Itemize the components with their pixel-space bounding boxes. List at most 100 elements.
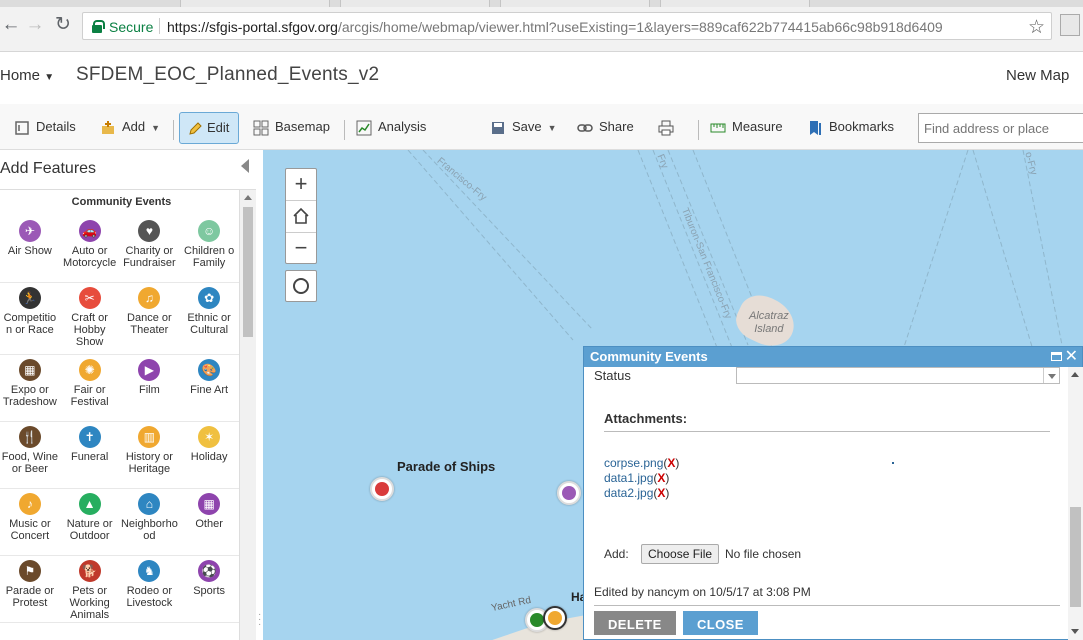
popup-header: Community Events ✕: [584, 347, 1082, 367]
template-history-or-heritage[interactable]: ▥ History or Heritage: [120, 422, 180, 488]
zoom-controls: + −: [285, 168, 317, 264]
measure-button[interactable]: Measure: [710, 112, 783, 144]
template-label: Other: [195, 518, 223, 530]
template-children-o-family[interactable]: ☺ Children o Family: [179, 216, 239, 282]
template-row: ▦ Expo or Tradeshow ✺ Fair or Festival ▶ Film…: [0, 355, 239, 422]
bookmarks-button[interactable]: Bookmarks: [807, 112, 894, 144]
panel-scrollbar[interactable]: [239, 190, 256, 640]
scroll-up-icon[interactable]: [1071, 372, 1079, 377]
template-label: Nature or Outdoor: [66, 518, 113, 542]
collapse-panel-icon[interactable]: [241, 159, 249, 173]
scroll-up-icon[interactable]: [244, 195, 252, 200]
print-button[interactable]: [658, 112, 680, 144]
panel-resize-handle[interactable]: · · ·: [258, 610, 262, 630]
maximize-icon[interactable]: [1051, 352, 1062, 361]
basemap-button[interactable]: Basemap: [253, 112, 330, 144]
details-button[interactable]: Details: [14, 112, 76, 144]
browser-tab[interactable]: [660, 0, 810, 7]
url-text[interactable]: https://sfgis-portal.sfgov.org/arcgis/ho…: [167, 19, 947, 35]
reload-icon[interactable]: ↻: [52, 14, 74, 36]
template-other[interactable]: ▦ Other: [179, 489, 239, 555]
address-bar[interactable]: Secure https://sfgis-portal.sfgov.org/ar…: [82, 12, 1052, 40]
save-label: Save: [512, 119, 542, 134]
template-music-or-concert[interactable]: ♪ Music or Concert: [0, 489, 60, 555]
locate-button[interactable]: [285, 270, 317, 302]
attachment-link[interactable]: corpse.png: [604, 456, 663, 470]
template-rodeo-or-livestock[interactable]: ♞ Rodeo or Livestock: [120, 556, 180, 622]
bookmark-star-icon[interactable]: ☆: [1028, 16, 1045, 39]
details-icon: [15, 120, 29, 135]
delete-button[interactable]: DELETE: [594, 611, 676, 635]
new-map-button[interactable]: New Map: [1006, 67, 1069, 84]
template-film[interactable]: ▶ Film: [120, 355, 180, 421]
template-label: Expo or Tradeshow: [2, 384, 57, 408]
edit-button[interactable]: Edit: [179, 112, 240, 144]
template-expo-or-tradeshow[interactable]: ▦ Expo or Tradeshow: [0, 355, 60, 421]
template-pets-or-working-animals[interactable]: 🐕 Pets or Working Animals: [60, 556, 120, 622]
template-label: Pets or Working Animals: [69, 585, 110, 621]
forward-icon[interactable]: →: [24, 14, 46, 36]
template-air-show[interactable]: ✈ Air Show: [0, 216, 60, 282]
template-fine-art[interactable]: 🎨 Fine Art: [179, 355, 239, 421]
template-sports[interactable]: ⚽ Sports: [179, 556, 239, 622]
home-menu[interactable]: Home ▼: [0, 67, 54, 84]
scroll-down-icon[interactable]: [1071, 629, 1079, 634]
event-type-icon: ⚽: [198, 560, 221, 582]
event-marker[interactable]: [557, 481, 581, 505]
divider: [594, 605, 1060, 606]
details-label: Details: [36, 119, 76, 134]
template-competitio-n-or-race[interactable]: 🏃 Competitio n or Race: [0, 283, 60, 354]
attachment-item: data1.jpg(X): [604, 471, 670, 485]
chevron-down-icon[interactable]: [1043, 368, 1059, 383]
template-parade-or-protest[interactable]: ⚑ Parade or Protest: [0, 556, 60, 622]
template-row: ⚑ Parade or Protest 🐕 Pets or Working Anima…: [0, 556, 239, 623]
template-row: 🏃 Competitio n or Race ✂ Craft or Hobby Sho…: [0, 283, 239, 355]
event-type-icon: ♥: [138, 220, 161, 242]
browser-tab[interactable]: [180, 0, 330, 7]
close-icon[interactable]: ✕: [1065, 347, 1078, 367]
back-icon[interactable]: ←: [0, 14, 22, 36]
attachment-link[interactable]: data1.jpg: [604, 471, 653, 485]
template-nature-or-outdoor[interactable]: ▲ Nature or Outdoor: [60, 489, 120, 555]
zoom-in-button[interactable]: +: [286, 169, 316, 201]
extension-icon[interactable]: [1060, 14, 1080, 36]
close-button[interactable]: CLOSE: [683, 611, 758, 635]
browser-tab[interactable]: [340, 0, 490, 7]
event-marker[interactable]: [370, 477, 394, 501]
add-button[interactable]: Add ▼: [100, 112, 160, 144]
browser-tab[interactable]: [500, 0, 650, 7]
scrollbar-thumb[interactable]: [1070, 507, 1081, 607]
share-button[interactable]: Share: [577, 112, 634, 144]
scrollbar-thumb[interactable]: [243, 207, 253, 337]
popup-scrollbar[interactable]: [1068, 367, 1083, 640]
event-marker[interactable]: [543, 606, 567, 630]
save-button[interactable]: Save ▼: [490, 112, 557, 144]
find-address-input[interactable]: [919, 114, 1079, 142]
template-ethnic-or-cultural[interactable]: ✿ Ethnic or Cultural: [179, 283, 239, 354]
template-dance-or-theater[interactable]: ♫ Dance or Theater: [120, 283, 180, 354]
template-food-wine-or-beer[interactable]: 🍴 Food, Wine or Beer: [0, 422, 60, 488]
template-holiday[interactable]: ✶ Holiday: [179, 422, 239, 488]
template-auto-or-motorcycle[interactable]: 🚗 Auto or Motorcycle: [60, 216, 120, 282]
event-type-icon: ▥: [138, 426, 161, 448]
choose-file-button[interactable]: Choose File: [641, 544, 720, 564]
template-craft-or-hobby-show[interactable]: ✂ Craft or Hobby Show: [60, 283, 120, 354]
event-type-icon: ⚑: [18, 560, 41, 582]
template-label: History or Heritage: [125, 451, 173, 475]
edit-info-text: Edited by nancym on 10/5/17 at 3:08 PM: [594, 585, 811, 599]
template-charity-or-fundraiser[interactable]: ♥ Charity or Fundraiser: [120, 216, 180, 282]
template-neighborho-od[interactable]: ⌂ Neighborho od: [120, 489, 180, 555]
zoom-out-button[interactable]: −: [286, 233, 316, 265]
template-fair-or-festival[interactable]: ✺ Fair or Festival: [60, 355, 120, 421]
printer-icon: [658, 120, 674, 136]
template-funeral[interactable]: ✝ Funeral: [60, 422, 120, 488]
app-header: Home ▼ SFDEM_EOC_Planned_Events_v2 New M…: [0, 52, 1083, 104]
status-select[interactable]: [736, 367, 1060, 384]
find-address-field[interactable]: [918, 113, 1083, 143]
template-label: Craft or Hobby Show: [71, 312, 108, 348]
event-type-icon: ✶: [198, 426, 221, 448]
home-extent-button[interactable]: [286, 201, 316, 233]
island-label: Alcatraz Island: [749, 310, 789, 335]
attachment-link[interactable]: data2.jpg: [604, 486, 653, 500]
analysis-button[interactable]: Analysis: [356, 112, 426, 144]
